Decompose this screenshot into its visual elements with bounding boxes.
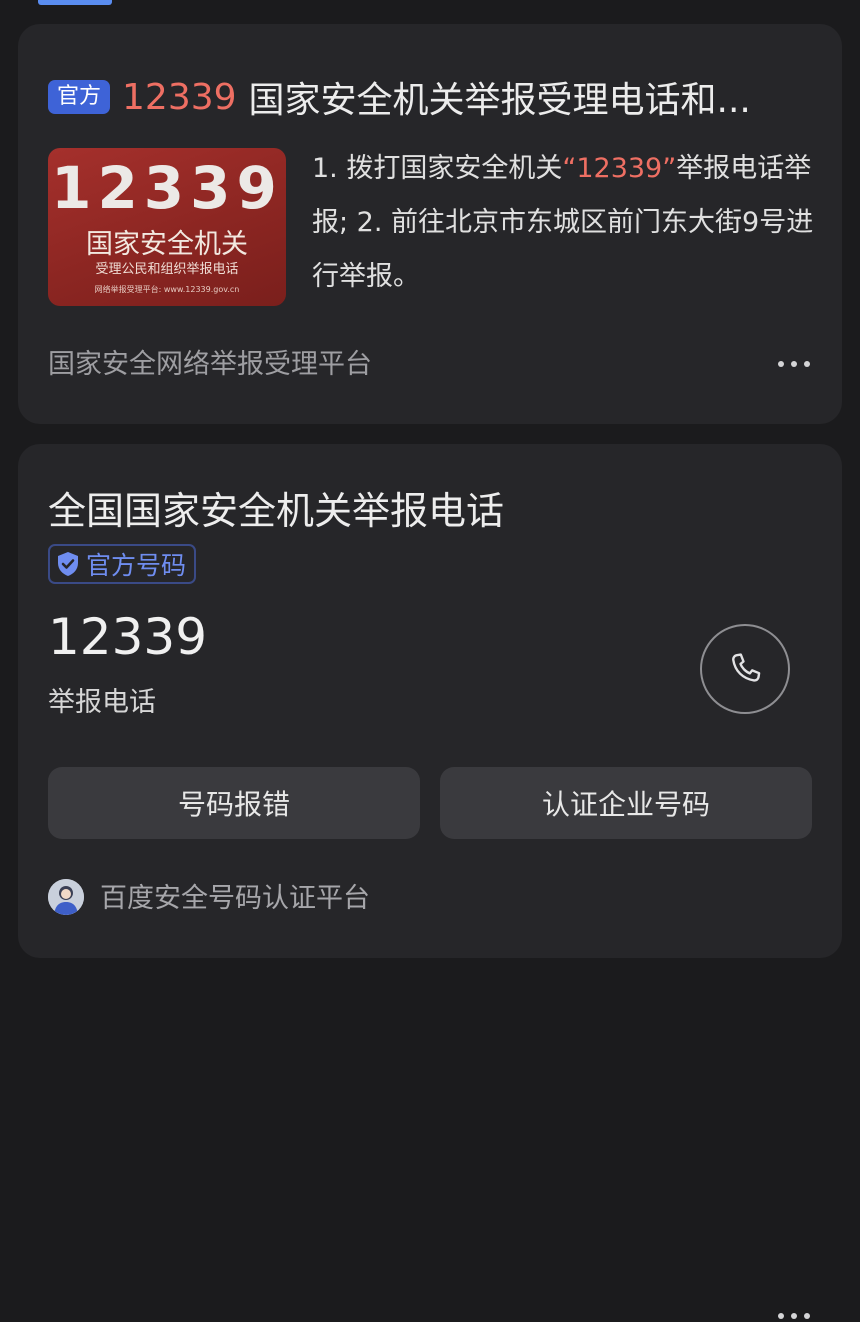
avatar: [48, 879, 84, 915]
shield-check-icon: [58, 552, 78, 576]
report-error-button[interactable]: 号码报错: [48, 767, 420, 839]
more-dots-icon[interactable]: [778, 1310, 810, 1322]
thumbnail-org: 国家安全机关: [86, 229, 248, 260]
official-tag: 官方: [48, 80, 111, 114]
active-tab-indicator: [38, 0, 112, 5]
phone-number-card: 全国国家安全机关举报电话 官方号码 12339 举报电话 号码报错 认证企业号码…: [18, 444, 842, 1319]
phone-icon: [732, 653, 761, 682]
result-thumbnail[interactable]: 12339 国家安全机关 受理公民和组织举报电话 网络举报受理平台: www.1…: [48, 148, 286, 306]
title-number: 12339: [122, 76, 237, 118]
phone-number: 12339: [48, 608, 208, 666]
verify-business-number-button[interactable]: 认证企业号码: [440, 767, 812, 839]
result-title[interactable]: 官方 12339 国家安全机关举报受理电话和...: [48, 74, 818, 120]
badge-label: 官方号码: [86, 551, 187, 580]
search-result-card[interactable]: 官方 12339 国家安全机关举报受理电话和... 12339 国家安全机关 受…: [18, 24, 842, 424]
more-dots-icon[interactable]: [778, 358, 810, 370]
phone-card-title[interactable]: 全国国家安全机关举报电话: [48, 480, 504, 535]
official-number-badge: 官方号码: [48, 544, 197, 584]
result-source[interactable]: 国家安全网络举报受理平台: [48, 342, 372, 381]
thumbnail-website: 网络举报受理平台: www.12339.gov.cn: [94, 285, 240, 294]
verification-source[interactable]: 百度安全号码认证平台: [100, 876, 370, 915]
title-text: 国家安全机关举报受理电话和...: [248, 80, 751, 120]
description-highlight: “12339”: [562, 153, 677, 184]
thumbnail-subtitle: 受理公民和组织举报电话: [95, 262, 239, 277]
phone-label: 举报电话: [48, 687, 156, 718]
call-button[interactable]: [700, 624, 790, 714]
result-description: 1. 拨打国家安全机关“12339”举报电话举报; 2. 前往北京市东城区前门东…: [312, 142, 822, 304]
thumbnail-number: 12339: [51, 154, 283, 222]
description-prefix: 1. 拨打国家安全机关: [312, 153, 563, 184]
